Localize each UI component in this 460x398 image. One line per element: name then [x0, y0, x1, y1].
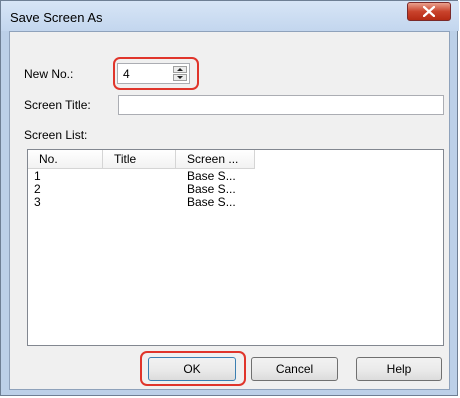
close-icon — [423, 6, 435, 17]
column-header-title[interactable]: Title — [103, 150, 176, 169]
save-screen-as-dialog: Save Screen As New No.: 4 Screen Title: … — [0, 0, 459, 396]
close-button[interactable] — [407, 2, 451, 21]
new-no-label: New No.: — [24, 67, 74, 81]
screen-list[interactable]: No. Title Screen ... 1 Base S... 2 Base … — [27, 149, 444, 346]
column-header-no[interactable]: No. — [28, 150, 103, 169]
dialog-title: Save Screen As — [10, 10, 103, 25]
screen-title-label: Screen Title: — [24, 98, 91, 112]
screen-list-label: Screen List: — [24, 128, 88, 142]
screen-title-input[interactable] — [118, 95, 444, 115]
list-item[interactable]: 3 Base S... — [28, 196, 443, 209]
dialog-body: New No.: 4 Screen Title: Screen List: No… — [9, 31, 450, 390]
column-header-screen[interactable]: Screen ... — [176, 150, 255, 169]
ok-button-highlight — [140, 351, 246, 386]
title-bar[interactable]: Save Screen As — [1, 1, 459, 31]
help-button[interactable]: Help — [356, 357, 442, 381]
list-item-screen: Base S... — [187, 195, 236, 209]
new-no-highlight — [113, 57, 199, 90]
cancel-button[interactable]: Cancel — [251, 357, 338, 381]
list-item-no: 3 — [34, 195, 41, 209]
